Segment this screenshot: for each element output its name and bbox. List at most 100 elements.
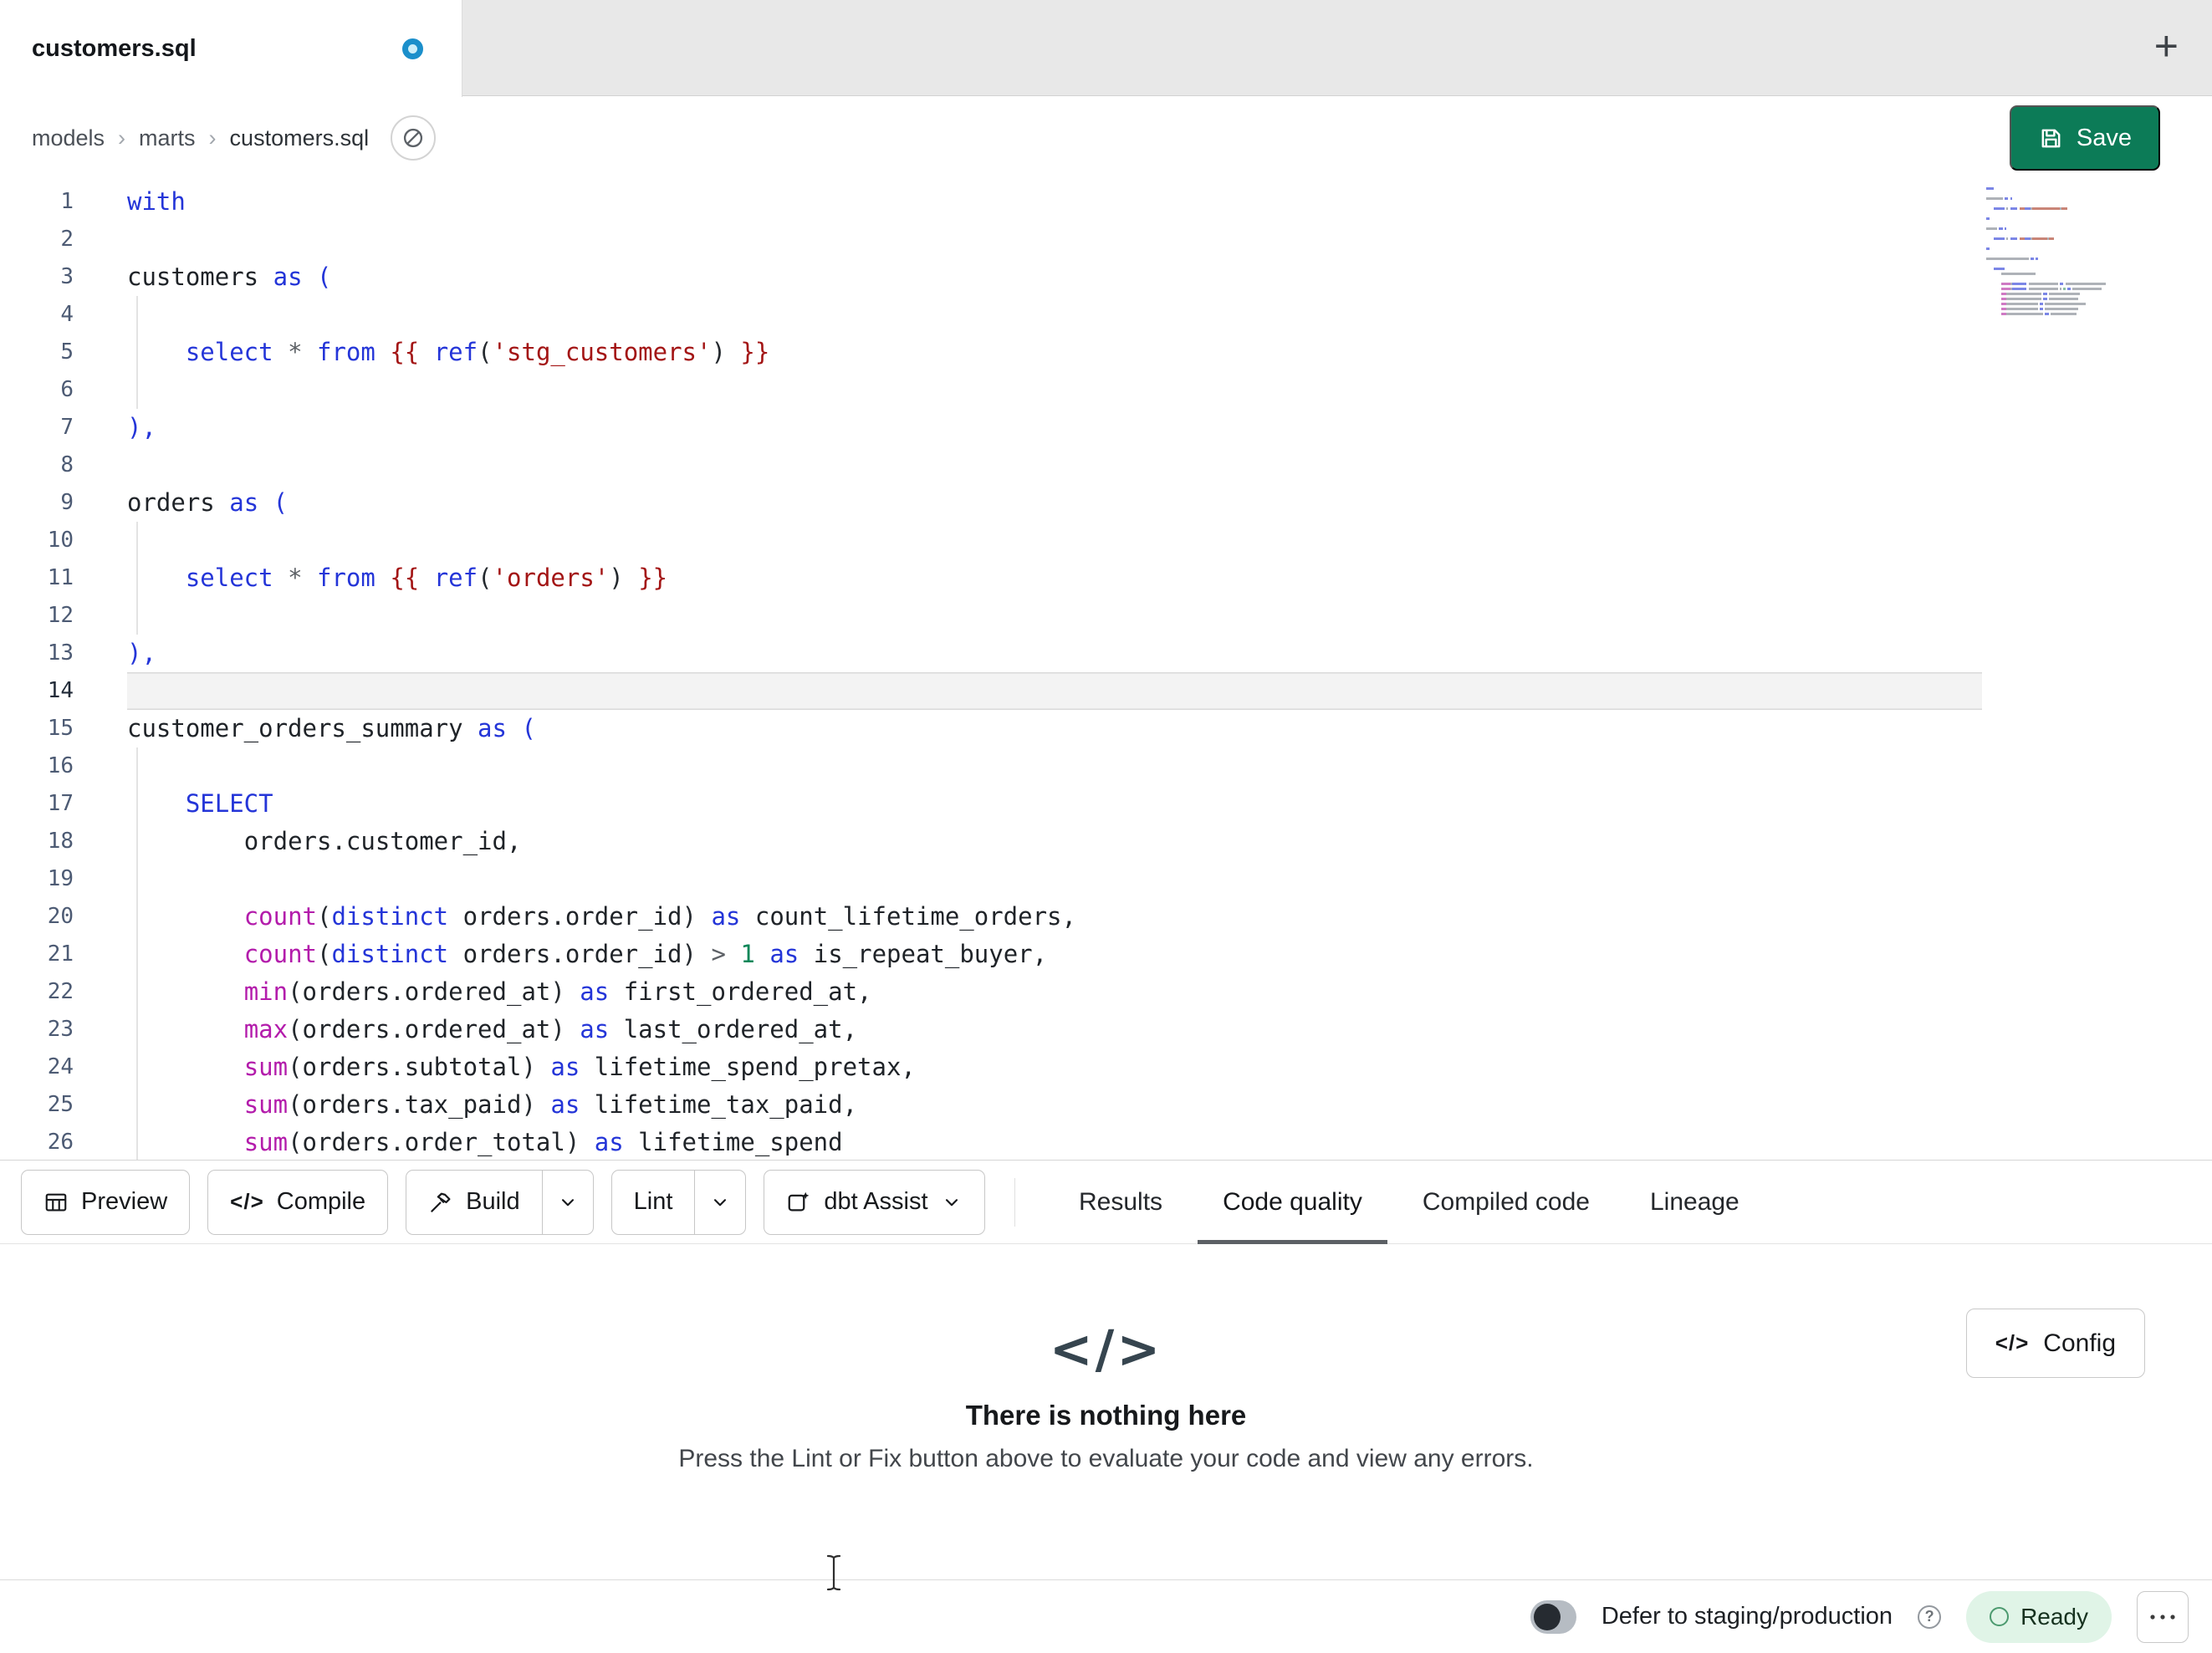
text-cursor-icon	[825, 1554, 843, 1596]
code-quality-panel: </> There is nothing here Press the Lint…	[0, 1245, 2212, 1579]
toggle-knob	[1533, 1603, 1561, 1630]
tab-compiled-code[interactable]: Compiled code	[1392, 1161, 1620, 1243]
line-number: 6	[60, 377, 74, 402]
new-tab-button[interactable]: +	[2154, 25, 2179, 67]
code-line[interactable]: 10	[0, 522, 2212, 559]
code-line[interactable]: 22 min(orders.ordered_at) as first_order…	[0, 973, 2212, 1011]
code-line[interactable]: 1 with	[0, 183, 2212, 221]
code-editor[interactable]: 1 with 2 3 customers as (4 5 select * from {{…	[0, 179, 2212, 1160]
line-number: 16	[47, 753, 74, 778]
code-icon: </>	[1049, 1319, 1163, 1380]
code-line[interactable]: 19	[0, 860, 2212, 898]
tab-lineage[interactable]: Lineage	[1620, 1161, 1770, 1243]
lint-dropdown-button[interactable]	[694, 1170, 745, 1234]
minimap-line	[1986, 313, 2113, 318]
tab-results[interactable]: Results	[1049, 1161, 1193, 1243]
panel-tabs: Results Code quality Compiled code Linea…	[1049, 1161, 1770, 1244]
lint-split-button: Lint	[610, 1169, 747, 1235]
build-split-button: Build	[406, 1169, 594, 1235]
defer-toggle[interactable]	[1530, 1599, 1576, 1634]
breadcrumb-file: customers.sql	[229, 125, 370, 151]
tab-title: customers.sql	[32, 34, 197, 62]
code-line[interactable]: 6	[0, 371, 2212, 409]
empty-state-title: There is nothing here	[965, 1400, 1247, 1431]
line-number: 8	[60, 452, 74, 477]
code-line[interactable]: 18 orders.customer_id,	[0, 823, 2212, 860]
code-line[interactable]: 16	[0, 747, 2212, 785]
code-line[interactable]: 21 count(distinct orders.order_id) > 1 a…	[0, 936, 2212, 973]
code-line[interactable]: 26 sum(orders.order_total) as lifetime_s…	[0, 1124, 2212, 1160]
ellipsis-icon	[2150, 1614, 2175, 1620]
code-line[interactable]: 12	[0, 597, 2212, 635]
empty-state: </> There is nothing here Press the Lint…	[0, 1245, 2212, 1473]
line-number: 10	[47, 528, 74, 553]
line-number: 21	[47, 941, 74, 967]
code-line[interactable]: 5 select * from {{ ref('stg_customers') …	[0, 334, 2212, 371]
compile-button[interactable]: </> Compile	[207, 1169, 389, 1235]
breadcrumb-separator: ›	[118, 125, 126, 151]
code-line[interactable]: 15 customer_orders_summary as (	[0, 710, 2212, 747]
defer-label: Defer to staging/production	[1601, 1603, 1893, 1630]
indent-guide	[136, 747, 138, 1160]
config-label: Config	[2043, 1329, 2116, 1357]
line-number: 23	[47, 1017, 74, 1042]
chevron-down-icon	[561, 1198, 574, 1206]
line-number: 1	[60, 189, 74, 214]
status-bar: Defer to staging/production ? Ready	[0, 1579, 2212, 1653]
code-line[interactable]: 17 SELECT	[0, 785, 2212, 823]
slashed-circle-icon-button[interactable]	[391, 115, 437, 161]
tab-code-quality[interactable]: Code quality	[1193, 1161, 1392, 1244]
code-line[interactable]: 9 orders as (	[0, 484, 2212, 522]
code-line[interactable]: 11 select * from {{ ref('orders') }}	[0, 559, 2212, 597]
code-line[interactable]: 8	[0, 446, 2212, 484]
code-line[interactable]: 3 customers as (	[0, 258, 2212, 296]
line-number: 26	[47, 1130, 74, 1155]
line-number: 17	[47, 791, 74, 816]
dbt-assist-button[interactable]: dbt Assist	[764, 1169, 985, 1235]
lint-label: Lint	[633, 1188, 673, 1215]
tab-customers-sql[interactable]: customers.sql	[0, 0, 462, 97]
minimap[interactable]	[1986, 187, 2113, 318]
code-line[interactable]: 14	[0, 672, 2212, 710]
breadcrumb-models[interactable]: models	[32, 125, 105, 151]
status-badge[interactable]: Ready	[1966, 1590, 2112, 1643]
line-number: 19	[47, 866, 74, 891]
config-button[interactable]: </> Config	[1965, 1309, 2145, 1378]
line-number: 11	[47, 565, 74, 590]
save-button-label: Save	[2076, 124, 2132, 151]
chevron-down-icon	[714, 1198, 727, 1206]
lint-button[interactable]: Lint	[612, 1171, 695, 1234]
dbt-assist-label: dbt Assist	[824, 1188, 928, 1215]
line-number: 15	[47, 716, 74, 741]
empty-state-subtitle: Press the Lint or Fix button above to ev…	[678, 1445, 1534, 1472]
code-line[interactable]: 23 max(orders.ordered_at) as last_ordere…	[0, 1011, 2212, 1048]
build-button[interactable]: Build	[406, 1171, 542, 1234]
code-lines: 1 with 2 3 customers as (4 5 select * from {{…	[0, 179, 2212, 1160]
breadcrumb-bar: models › marts › customers.sql Save	[0, 97, 2212, 179]
help-icon[interactable]: ?	[1918, 1605, 1942, 1629]
code-line[interactable]: 4	[0, 296, 2212, 334]
code-line[interactable]: 2	[0, 221, 2212, 258]
chevron-down-icon	[945, 1198, 958, 1206]
code-icon: </>	[230, 1189, 264, 1214]
indent-guide	[136, 522, 138, 635]
build-dropdown-button[interactable]	[541, 1170, 593, 1234]
question-mark: ?	[1924, 1608, 1934, 1625]
save-button[interactable]: Save	[2009, 105, 2160, 171]
line-number: 13	[47, 640, 74, 666]
code-line[interactable]: 25 sum(orders.tax_paid) as lifetime_tax_…	[0, 1086, 2212, 1124]
code-line[interactable]: 7),	[0, 409, 2212, 446]
overflow-menu-button[interactable]	[2137, 1590, 2189, 1643]
plus-icon: +	[2153, 23, 2179, 69]
code-line[interactable]: 13),	[0, 635, 2212, 672]
ready-label: Ready	[2020, 1603, 2088, 1630]
unsaved-indicator-icon	[402, 38, 423, 59]
ready-circle-icon	[1990, 1607, 2010, 1626]
code-line[interactable]: 20 count(distinct orders.order_id) as co…	[0, 898, 2212, 936]
line-number: 9	[60, 490, 74, 515]
breadcrumb-marts[interactable]: marts	[139, 125, 196, 151]
preview-button[interactable]: Preview	[21, 1169, 191, 1235]
build-label: Build	[466, 1188, 520, 1215]
code-line[interactable]: 24 sum(orders.subtotal) as lifetime_spen…	[0, 1048, 2212, 1086]
line-number: 20	[47, 904, 74, 929]
